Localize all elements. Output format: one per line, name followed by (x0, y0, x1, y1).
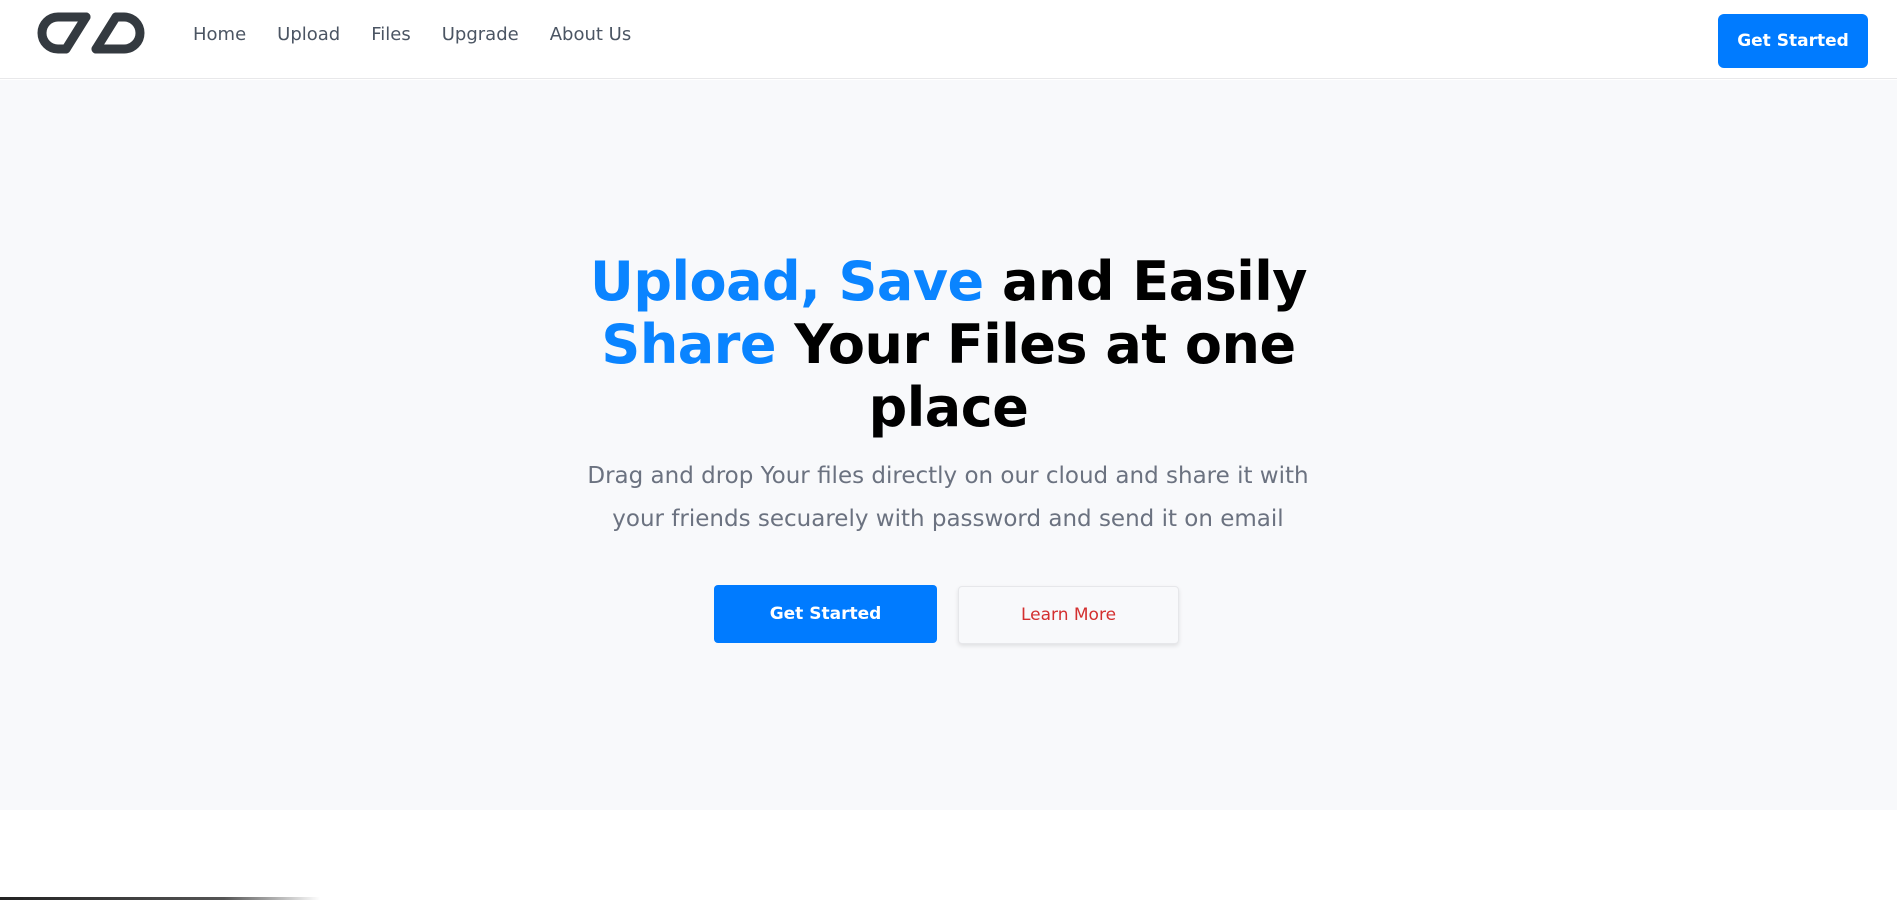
nav-files[interactable]: Files (371, 24, 411, 45)
hero-title-accent-1: Upload, Save (589, 250, 984, 313)
hero-subtitle-line-2: your friends secuarely with password and… (612, 506, 1284, 532)
header-get-started-button[interactable]: Get Started (1718, 14, 1868, 68)
hero-title-accent-2: Share (601, 313, 776, 376)
main-nav: Home Upload Files Upgrade About Us (193, 0, 662, 68)
nav-upload[interactable]: Upload (277, 24, 340, 45)
hero-title: Upload, Save and Easily Share Your Files… (0, 250, 1897, 439)
hero-subtitle: Drag and drop Your files directly on our… (548, 455, 1348, 541)
nav-about-us[interactable]: About Us (550, 24, 632, 45)
site-header: Home Upload Files Upgrade About Us Get S… (0, 0, 1897, 79)
hero-get-started-button[interactable]: Get Started (714, 585, 937, 643)
hero-section: Upload, Save and Easily Share Your Files… (0, 80, 1897, 810)
nav-home[interactable]: Home (193, 24, 246, 45)
hero-subtitle-line-1: Drag and drop Your files directly on our… (587, 463, 1309, 489)
hero-title-text-1: and Easily (983, 250, 1308, 313)
chain-link-logo-icon[interactable] (30, 8, 152, 60)
nav-upgrade[interactable]: Upgrade (442, 24, 519, 45)
hero-title-text-2: Your Files at one (775, 313, 1296, 376)
hero-title-text-3: place (868, 376, 1029, 439)
hero-learn-more-button[interactable]: Learn More (958, 586, 1179, 644)
bottom-divider (0, 897, 320, 900)
